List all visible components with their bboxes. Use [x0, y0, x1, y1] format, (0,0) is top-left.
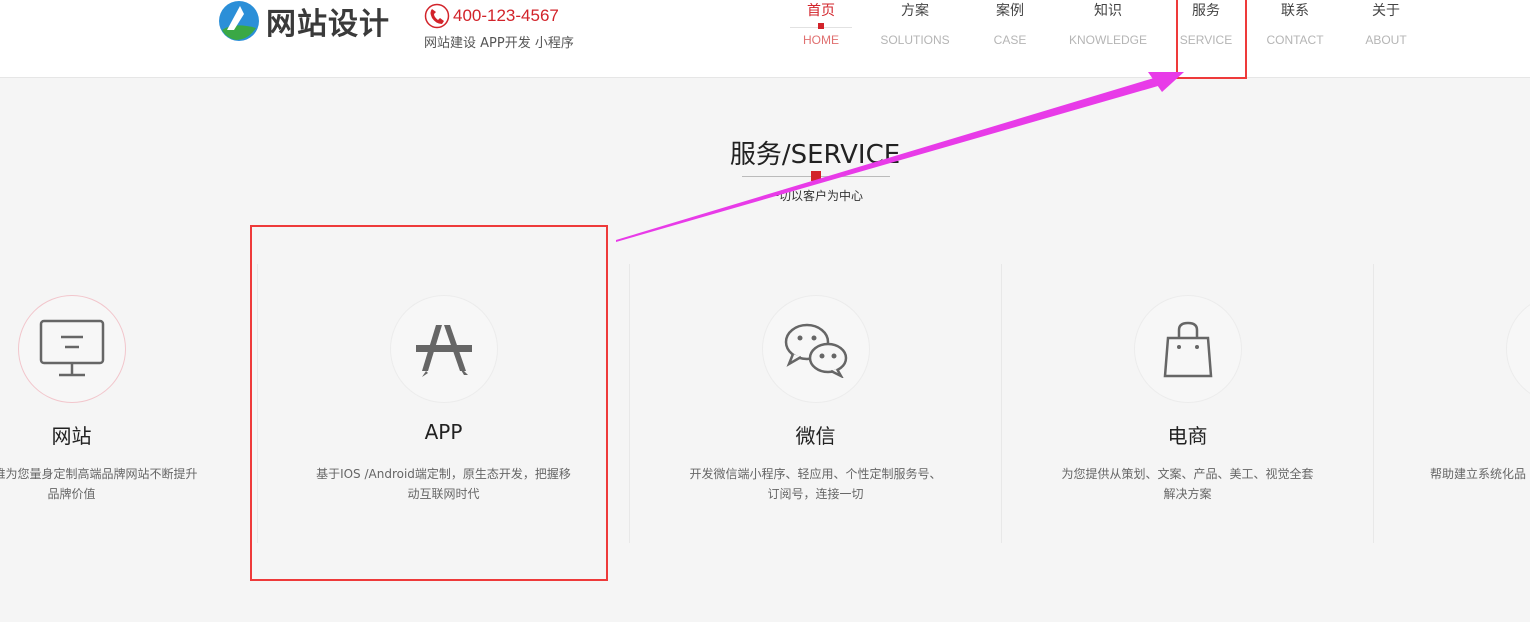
wechat-icon [784, 323, 848, 378]
nav-label-cn: 首页 [807, 3, 835, 19]
shopping-bag-icon [1163, 321, 1213, 378]
nav-contact[interactable]: 联系 CONTACT [1262, 0, 1328, 56]
section-title: 服务/SERVICE [729, 140, 901, 170]
service-card-ecommerce[interactable]: 电商 为您提供从策划、文案、产品、美工、视觉全套解决方案 [1002, 264, 1374, 543]
nav-label-en: ABOUT [1365, 33, 1407, 47]
card-desc: 开发微信端小程序、轻应用、个性定制服务号、订阅号，连接一切 [689, 467, 942, 501]
site-header: 网站设计 400-123-4567 网站建设 APP开发 小程序 首页 HOME… [0, 0, 1530, 78]
card-title: 微信 [795, 424, 836, 448]
card-desc: 互联网思维为您量身定制高端品牌网站不断提升品牌价值 [0, 467, 198, 501]
card-title: 网站 [51, 424, 92, 448]
nav-label-en: CONTACT [1266, 33, 1324, 47]
logo-text: 网站设计 [266, 7, 390, 42]
service-card-wechat[interactable]: 微信 开发微信端小程序、轻应用、个性定制服务号、订阅号，连接一切 [630, 264, 1002, 543]
card-desc: 为您提供从策划、文案、产品、美工、视觉全套解决方案 [1061, 467, 1314, 501]
annotation-box-service-nav [1176, 0, 1247, 79]
nav-label-en: SOLUTIONS [880, 33, 950, 47]
nav-home[interactable]: 首页 HOME [790, 0, 852, 56]
section-divider-marker [811, 171, 821, 181]
page: 网站设计 400-123-4567 网站建设 APP开发 小程序 首页 HOME… [0, 0, 1530, 622]
nav-active-marker [818, 23, 824, 29]
nav-knowledge[interactable]: 知识 KNOWLEDGE [1066, 0, 1150, 56]
phone-number[interactable]: 400-123-4567 [453, 6, 559, 26]
contact-block: 400-123-4567 网站建设 APP开发 小程序 [424, 2, 574, 51]
card-icon-circle [1506, 295, 1530, 403]
nav-label-cn: 案例 [996, 3, 1024, 19]
nav-label-en: HOME [803, 33, 839, 47]
nav-case[interactable]: 案例 CASE [982, 0, 1038, 56]
section-subtitle: 一切以客户为中心 [766, 189, 863, 203]
phone-icon [424, 3, 450, 29]
annotation-box-app-card [250, 225, 608, 581]
nav-label-en: CASE [993, 33, 1027, 47]
tagline: 网站建设 APP开发 小程序 [424, 36, 574, 51]
card-icon-circle [1134, 295, 1242, 403]
card-desc: 帮助建立系统化品 [1430, 467, 1527, 481]
site-logo[interactable]: 网站设计 [218, 0, 390, 42]
nav-about[interactable]: 关于 ABOUT [1358, 0, 1414, 56]
nav-label-cn: 方案 [901, 3, 929, 19]
logo-icon [219, 1, 259, 41]
nav-label-en: KNOWLEDGE [1068, 33, 1147, 47]
card-title: 电商 [1167, 424, 1208, 448]
card-icon-circle [18, 295, 126, 403]
nav-solutions[interactable]: 方案 SOLUTIONS [876, 0, 954, 56]
service-card-system[interactable]: 帮助建立系统化品 [1374, 264, 1530, 543]
service-card-website[interactable]: 网站 互联网思维为您量身定制高端品牌网站不断提升品牌价值 [0, 264, 258, 543]
nav-label-cn: 联系 [1281, 3, 1309, 19]
nav-label-cn: 知识 [1094, 3, 1122, 19]
card-icon-circle [762, 295, 870, 403]
monitor-icon [39, 319, 105, 377]
nav-label-cn: 关于 [1372, 3, 1400, 19]
